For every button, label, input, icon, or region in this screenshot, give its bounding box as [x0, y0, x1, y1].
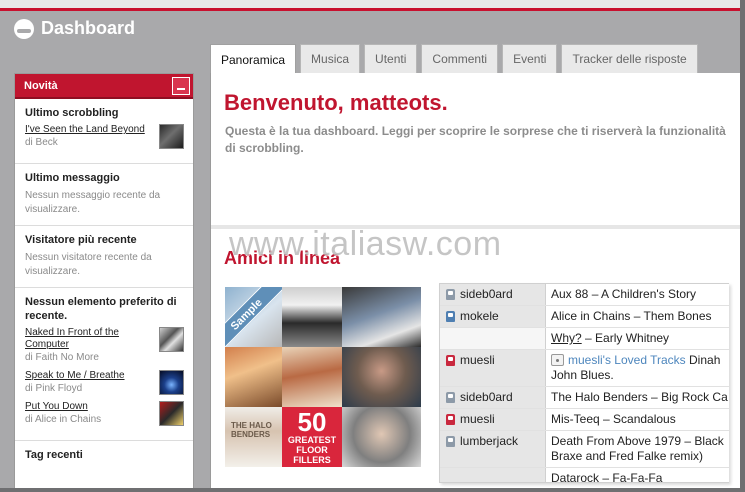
sidebar-header: Novità: [15, 74, 193, 99]
tab-eventi[interactable]: Eventi: [502, 44, 558, 73]
track-cell[interactable]: Why? – Early Whitney: [546, 328, 674, 349]
page-title: Dashboard: [41, 18, 136, 38]
minus-icon: [177, 87, 185, 90]
tab-musica[interactable]: Musica: [300, 44, 361, 73]
loved-tracks-link[interactable]: muesli's Loved Tracks: [568, 353, 686, 367]
track-cell[interactable]: Aux 88 – A Children's Story: [546, 284, 701, 305]
track-link[interactable]: Naked In Front of the Computer: [25, 327, 153, 351]
username-link[interactable]: muesli: [460, 353, 495, 367]
username-link[interactable]: sideb0ard: [460, 390, 513, 404]
section-title: Tag recenti: [25, 449, 83, 461]
album-cover-number: 50: [297, 407, 327, 437]
friends-feed-table: sideb0ard Aux 88 – A Children's Story mo…: [439, 283, 729, 483]
user-icon: [446, 414, 455, 425]
section-title: Ultimo messaggio: [25, 172, 120, 184]
album-tile[interactable]: [282, 347, 342, 407]
album-tile[interactable]: THE HALO BENDERS: [225, 407, 282, 467]
lastfm-logo-icon: [14, 18, 34, 39]
artist-label: di Beck: [25, 137, 58, 148]
list-item: Speak to Me / Breathe di Pink Floyd: [25, 370, 184, 395]
track-cell[interactable]: Death From Above 1979 – Black Braxe and F…: [546, 431, 729, 467]
user-icon: [446, 436, 455, 447]
track-cell[interactable]: Mis-Teeq – Scandalous: [546, 409, 681, 430]
list-item: Put You Down di Alice in Chains: [25, 401, 184, 426]
empty-user-cell: [440, 328, 546, 349]
artist-label: di Pink Floyd: [25, 383, 83, 394]
user-icon: [446, 311, 455, 322]
user-icon: [446, 289, 455, 300]
section-title: Visitatore più recente: [25, 234, 137, 246]
welcome-heading: Benvenuto, matteots.: [224, 90, 448, 115]
table-row: sideb0ard Aux 88 – A Children's Story: [440, 284, 729, 306]
section-title: Nessun elemento preferito di recente.: [25, 296, 177, 322]
album-tile[interactable]: [225, 347, 282, 407]
app-header: Dashboard: [14, 18, 135, 39]
album-thumbnail[interactable]: [159, 327, 184, 352]
watermark: www.italiasw.com: [229, 225, 502, 263]
tab-utenti[interactable]: Utenti: [364, 44, 418, 73]
table-row: sideb0ard The Halo Benders – Big Rock Ca: [440, 387, 729, 409]
tab-commenti[interactable]: Commenti: [421, 44, 499, 73]
user-icon: [446, 355, 455, 366]
table-row: lumberjack Death From Above 1979 – Black…: [440, 431, 729, 468]
artist-label: di Alice in Chains: [25, 414, 102, 425]
empty-message: Nessun messaggio recente da visualizzare…: [25, 190, 161, 215]
empty-message: Nessun visitatore recente da visualizzar…: [25, 252, 152, 277]
table-row: muesli muesli's Loved Tracks Dinah John …: [440, 350, 729, 387]
track-cell[interactable]: muesli's Loved Tracks Dinah John Blues.: [546, 350, 725, 386]
table-row: muesli Mis-Teeq – Scandalous: [440, 409, 729, 431]
album-thumbnail[interactable]: [159, 124, 184, 149]
sidebar-novita: Novità Ultimo scrobbling I've Seen the L…: [14, 73, 194, 488]
tab-panoramica[interactable]: Panoramica: [210, 44, 297, 74]
app-window: Dashboard Novità Ultimo scrobbling I've …: [0, 0, 745, 492]
favourites-section: Nessun elemento preferito di recente. Na…: [15, 288, 193, 441]
tab-bar: Panoramica Musica Utenti Commenti Eventi…: [210, 44, 702, 74]
username-link[interactable]: lumberjack: [460, 434, 518, 448]
collapse-button[interactable]: [172, 76, 190, 95]
artist-label: di Faith No More: [25, 352, 99, 363]
track-link[interactable]: Put You Down: [25, 401, 153, 413]
table-row: Why? – Early Whitney: [440, 328, 729, 350]
track-link[interactable]: Speak to Me / Breathe: [25, 370, 153, 382]
album-thumbnail[interactable]: [159, 401, 184, 426]
track-link[interactable]: I've Seen the Land Beyond: [25, 124, 153, 136]
main-panel: Benvenuto, matteots. Questa è la tua das…: [210, 73, 740, 488]
user-icon: [446, 392, 455, 403]
empty-user-cell: [440, 468, 546, 482]
sample-ribbon: Sample: [225, 287, 282, 347]
track-link[interactable]: Why?: [551, 331, 582, 345]
radio-icon: [551, 354, 564, 366]
album-tile[interactable]: [342, 407, 421, 467]
sidebar-header-title: Novità: [24, 79, 58, 92]
track-cell[interactable]: Datarock – Fa-Fa-Fa: [546, 468, 667, 482]
album-tile[interactable]: [342, 287, 421, 347]
top-accent-bar: [0, 0, 740, 11]
last-visitor-section: Visitatore più recente Nessun visitatore…: [15, 226, 193, 288]
last-scrobble-section: Ultimo scrobbling I've Seen the Land Bey…: [15, 99, 193, 164]
recent-tags-section: Tag recenti: [15, 441, 193, 474]
last-message-section: Ultimo messaggio Nessun messaggio recent…: [15, 164, 193, 226]
username-link[interactable]: sideb0ard: [460, 287, 513, 301]
album-tile[interactable]: 50 GREATEST FLOOR FILLERS: [282, 407, 342, 467]
username-link[interactable]: mokele: [460, 309, 499, 323]
list-item: I've Seen the Land Beyond di Beck: [25, 124, 184, 149]
username-link[interactable]: muesli: [460, 412, 495, 426]
track-cell[interactable]: Alice in Chains – Them Bones: [546, 306, 717, 327]
table-row: mokele Alice in Chains – Them Bones: [440, 306, 729, 328]
album-tile[interactable]: [342, 347, 421, 407]
album-thumbnail[interactable]: [159, 370, 184, 395]
table-row: Datarock – Fa-Fa-Fa: [440, 468, 729, 482]
tab-tracker-risposte[interactable]: Tracker delle risposte: [561, 44, 698, 73]
album-tile[interactable]: [282, 287, 342, 347]
album-tile[interactable]: Sample: [225, 287, 282, 347]
section-title: Ultimo scrobbling: [25, 107, 119, 119]
album-cover-text: THE HALO BENDERS: [231, 421, 272, 439]
track-cell[interactable]: The Halo Benders – Big Rock Ca: [546, 387, 729, 408]
list-item: Naked In Front of the Computer di Faith …: [25, 327, 184, 364]
intro-text: Questa è la tua dashboard. Leggi per sco…: [225, 124, 726, 155]
album-collage[interactable]: Sample THE HALO BENDERS 50 GREATEST FLOO…: [225, 287, 421, 467]
album-cover-caption: GREATEST FLOOR FILLERS: [287, 435, 337, 465]
